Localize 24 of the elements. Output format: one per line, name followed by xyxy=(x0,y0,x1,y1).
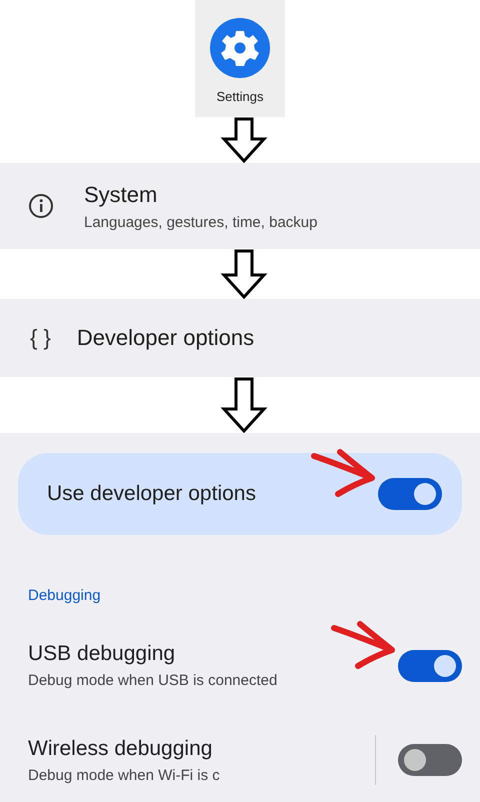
down-arrow xyxy=(220,249,268,299)
switch-label: Use developer options xyxy=(47,482,256,506)
item-title: Wireless debugging xyxy=(28,736,214,760)
info-icon xyxy=(28,193,54,219)
toggle-switch[interactable] xyxy=(378,478,442,510)
toggle-switch[interactable] xyxy=(398,744,462,776)
settings-item[interactable]: USB debugging Debug mode when USB is connected xyxy=(18,618,462,689)
settings-item[interactable]: Wireless debugging Debug mode when Wi-Fi is c xyxy=(18,711,462,785)
down-arrow xyxy=(220,117,268,163)
down-arrow xyxy=(220,377,268,433)
row-subtitle: Languages, gestures, time, backup xyxy=(84,214,318,230)
item-subtitle: Debug mode when USB is connected xyxy=(28,672,278,689)
section-header: Debugging xyxy=(28,587,102,604)
app-tile[interactable]: Settings xyxy=(195,0,285,117)
settings-row[interactable]: System Languages, gestures, time, backup xyxy=(0,163,480,249)
app-label: Settings xyxy=(216,89,264,104)
row-title: System xyxy=(84,182,158,208)
settings-icon xyxy=(210,18,270,78)
toggle-switch[interactable] xyxy=(398,650,462,682)
braces-icon: { } xyxy=(30,325,51,351)
settings-row[interactable]: { } Developer options xyxy=(0,299,480,377)
row-title: Developer options xyxy=(76,325,254,351)
item-subtitle: Debug mode when Wi-Fi is c xyxy=(28,766,221,784)
item-title: USB debugging xyxy=(28,642,176,666)
